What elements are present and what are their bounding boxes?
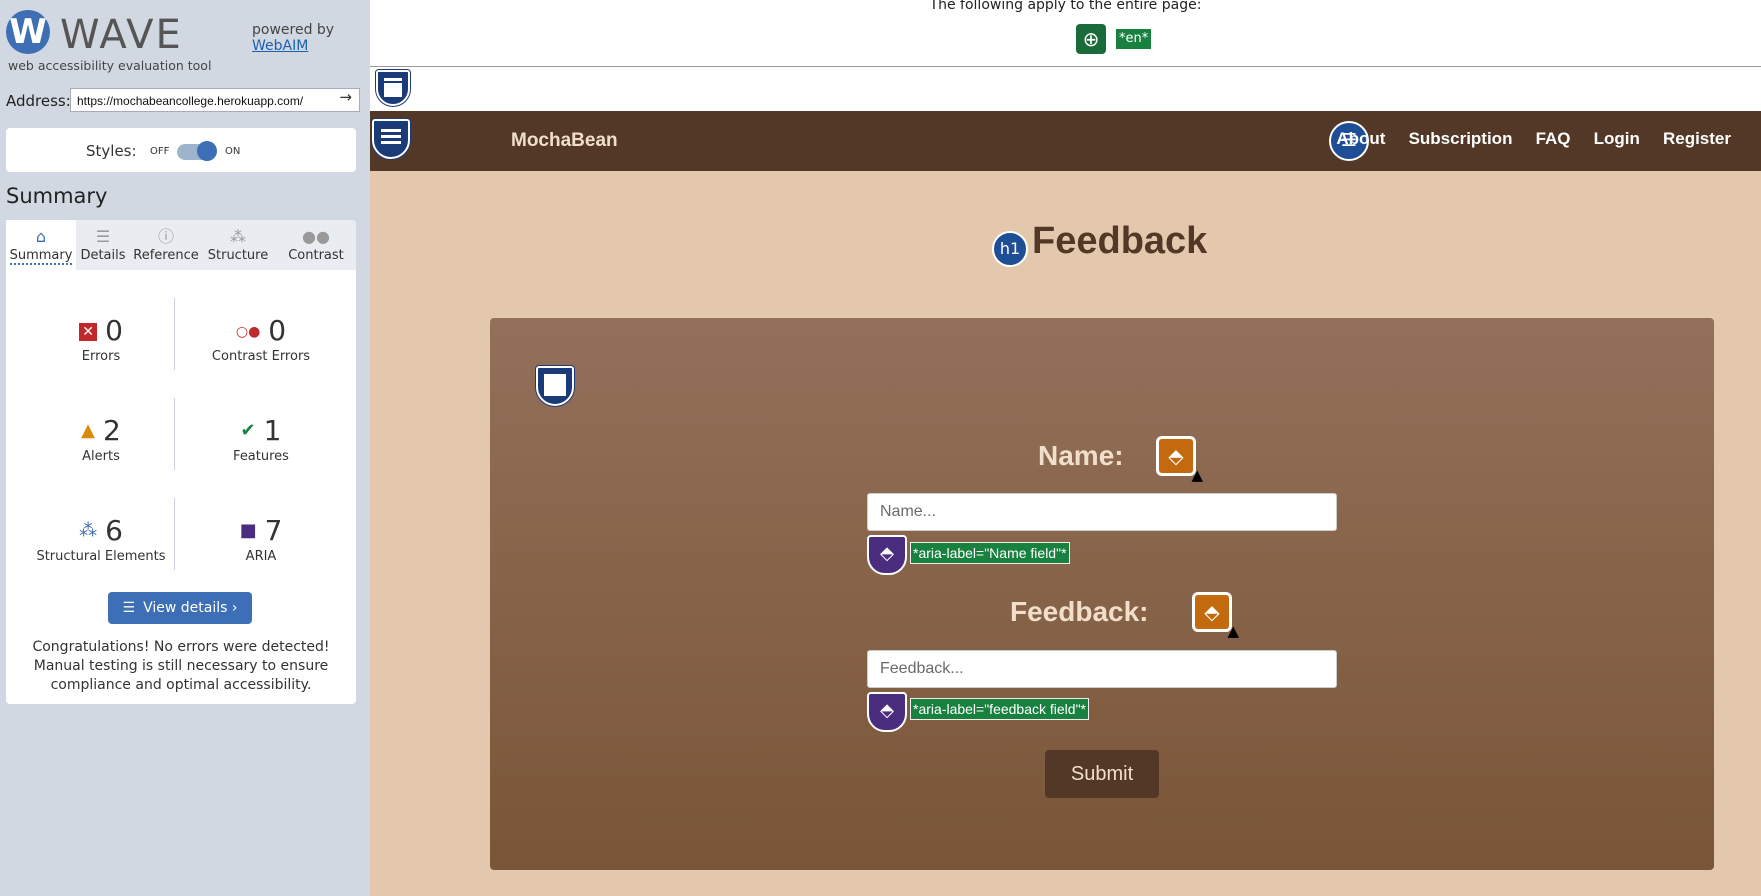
structural-count: 6	[105, 514, 123, 547]
page-notice-text: The following apply to the entire page:	[929, 0, 1202, 13]
wave-logo-text: WAVE	[60, 12, 183, 58]
warning-triangle-icon: ▲	[1191, 466, 1203, 484]
styles-toggle[interactable]	[177, 141, 217, 161]
toggle-on-label: ON	[225, 146, 241, 157]
alerts-label: Alerts	[82, 449, 120, 464]
tab-bar: ⌂ Summary ☰ Details ⓘ Reference ⁂ Struct…	[6, 220, 356, 270]
contrast-errors-count: 0	[268, 314, 287, 347]
error-icon: ✕	[79, 323, 98, 341]
home-icon: ⌂	[35, 227, 47, 246]
tab-summary-label: Summary	[9, 248, 73, 265]
aria-tag-icon[interactable]: ⬘	[867, 535, 907, 575]
structure-icon: ⁂	[230, 227, 246, 246]
tab-contrast-label: Contrast	[288, 248, 344, 263]
structural-label: Structural Elements	[36, 549, 166, 564]
page-notice-bar: The following apply to the entire page: …	[370, 0, 1761, 67]
wave-logo: W WAVE web accessibility evaluation tool…	[6, 10, 366, 75]
warning-triangle-icon: ▲	[1227, 622, 1239, 640]
address-bar: Address: https://mochabeancollege.heroku…	[6, 88, 360, 114]
nav-register[interactable]: Register	[1663, 129, 1731, 149]
powered-by: powered by WebAIM	[252, 22, 334, 54]
language-badge: *en*	[1116, 29, 1152, 49]
name-label: Name:	[1038, 440, 1124, 471]
aria-count: 7	[264, 514, 283, 547]
tag-alert-icon[interactable]: ⬘ ▲	[1156, 436, 1203, 483]
main-landmark-icon[interactable]	[536, 366, 574, 406]
feedback-label: Feedback:	[1010, 596, 1149, 627]
list-icon: ☰	[95, 227, 111, 246]
info-icon: ⓘ	[157, 227, 174, 246]
summary-title: Summary	[6, 184, 108, 208]
webaim-link[interactable]: WebAIM	[252, 38, 334, 54]
wave-logo-subtitle: web accessibility evaluation tool	[8, 58, 212, 73]
list-icon: ☰	[122, 600, 136, 616]
view-details-button[interactable]: ☰ View details ›	[108, 592, 252, 624]
stat-features[interactable]: ✔ 1 Features	[186, 414, 336, 464]
name-aria-label: *aria-label="Name field"*	[910, 542, 1070, 564]
aria-tag-icon[interactable]: ⬘	[867, 692, 907, 732]
evaluated-page: The following apply to the entire page: …	[370, 0, 1761, 896]
summary-panel: ⌂ Summary ☰ Details ⓘ Reference ⁂ Struct…	[6, 220, 356, 704]
feature-check-icon: ✔	[240, 420, 256, 441]
navigation-landmark-icon[interactable]	[372, 119, 410, 159]
address-input[interactable]: https://mochabeancollege.herokuapp.com/	[70, 88, 360, 112]
name-input[interactable]: Name...	[867, 493, 1337, 531]
styles-label: Styles:	[86, 142, 137, 160]
feedback-aria-label: *aria-label="feedback field"*	[910, 698, 1089, 720]
nav-about[interactable]: About	[1336, 129, 1385, 149]
toggle-off-label: OFF	[150, 146, 170, 157]
errors-label: Errors	[81, 349, 121, 364]
alert-icon: ▲	[81, 420, 95, 441]
wave-sidebar: W WAVE web accessibility evaluation tool…	[0, 0, 370, 896]
header-landmark-icon[interactable]	[376, 70, 410, 106]
toggle-knob	[197, 141, 217, 161]
arrow-right-icon[interactable]: →	[339, 88, 352, 106]
stat-aria[interactable]: ■ 7 ARIA	[186, 514, 336, 564]
nav-login[interactable]: Login	[1594, 129, 1640, 149]
site-brand[interactable]: MochaBean	[511, 130, 618, 152]
structure-icon: ⁂	[79, 520, 98, 541]
globe-icon[interactable]: ⊕	[1076, 24, 1106, 54]
powered-by-label: powered by	[252, 22, 335, 38]
tab-contrast[interactable]: ●● Contrast	[276, 220, 356, 270]
congrats-message: Congratulations! No errors were detected…	[32, 639, 330, 693]
nav-faq[interactable]: FAQ	[1536, 129, 1571, 149]
header-region	[370, 67, 1761, 111]
page-heading: Feedback	[1032, 220, 1208, 262]
tab-details[interactable]: ☰ Details	[68, 220, 138, 270]
view-details-label: View details ›	[143, 600, 238, 616]
stat-alerts[interactable]: ▲ 2 Alerts	[26, 414, 176, 464]
styles-panel: Styles: OFF ON	[6, 128, 356, 172]
nav-subscription[interactable]: Subscription	[1409, 129, 1513, 149]
stat-contrast-errors[interactable]: ○● 0 Contrast Errors	[186, 314, 336, 364]
features-count: 1	[263, 414, 282, 447]
aria-label: ARIA	[245, 549, 277, 564]
submit-button[interactable]: Submit	[1045, 750, 1159, 798]
aria-icon: ■	[239, 520, 257, 541]
h1-badge-icon[interactable]: h1	[992, 231, 1028, 267]
tag-alert-icon[interactable]: ⬘ ▲	[1192, 592, 1239, 639]
nav-menu: About Subscription FAQ Login Register	[1318, 129, 1731, 149]
stat-errors[interactable]: ✕ 0 Errors	[26, 314, 176, 364]
site-navbar: MochaBean ☰ About Subscription FAQ Login…	[370, 111, 1761, 171]
wave-logo-icon: W	[6, 10, 50, 54]
errors-count: 0	[105, 314, 123, 347]
address-label: Address:	[6, 92, 71, 110]
tab-structure-label: Structure	[207, 248, 269, 263]
features-label: Features	[233, 449, 289, 464]
tab-structure[interactable]: ⁂ Structure	[203, 220, 273, 270]
stat-structural[interactable]: ⁂ 6 Structural Elements	[26, 514, 176, 564]
contrast-icon: ●●	[302, 227, 330, 246]
contrast-errors-label: Contrast Errors	[211, 349, 311, 364]
tab-reference-label: Reference	[133, 248, 199, 263]
tab-reference[interactable]: ⓘ Reference	[130, 220, 202, 270]
tab-summary[interactable]: ⌂ Summary	[6, 220, 76, 270]
feedback-form-card: Name: ⬘ ▲ Name... ⬘ *aria-label="Name fie…	[490, 318, 1714, 870]
alerts-count: 2	[103, 414, 121, 447]
contrast-error-icon: ○●	[235, 324, 261, 340]
feedback-input[interactable]: Feedback...	[867, 650, 1337, 688]
tab-details-label: Details	[80, 248, 126, 263]
